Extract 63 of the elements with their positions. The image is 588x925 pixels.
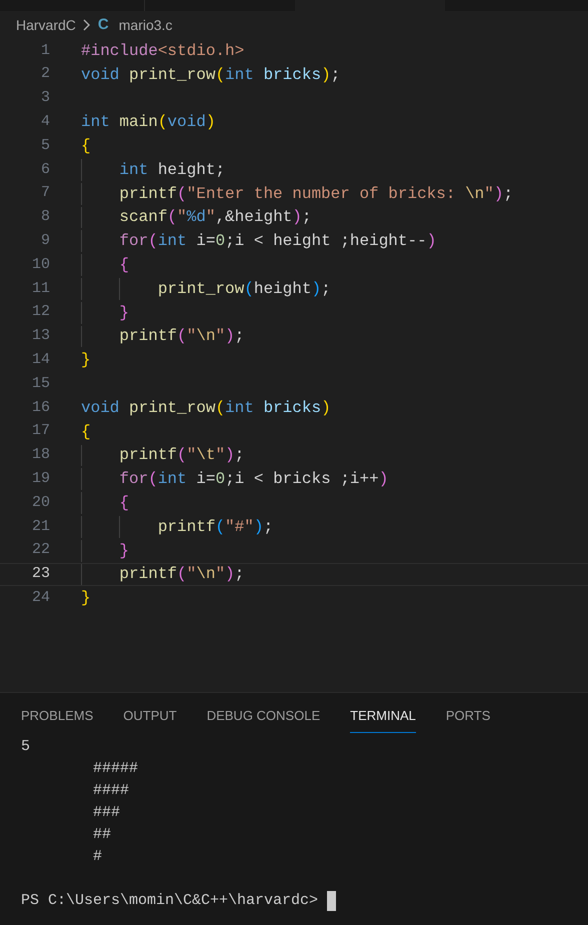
terminal-output: ### [92,803,120,823]
code-line: { [118,493,130,514]
code-line: print_row(height); [156,278,331,300]
code-line: void print_row(int bricks) [81,398,331,419]
terminal-output: # [92,847,102,867]
line-number: 7 [40,183,50,204]
code-line: void print_row(int bricks); [81,64,340,86]
code-line: for(int i=0;i < height ;height--) [118,231,436,252]
line-number: 19 [30,469,50,489]
line-number: 20 [30,492,50,513]
line-number: 14 [30,350,50,370]
code-line: { [81,136,91,158]
line-number: 21 [30,516,50,537]
code-line: { [118,255,130,276]
line-number: 16 [30,398,50,418]
code-line: printf("#"); [156,516,274,538]
code-line: printf("\t"); [118,445,244,466]
line-number: 12 [30,302,50,322]
line-number: 5 [40,136,50,156]
code-line: printf("\n"); [118,564,244,586]
breadcrumb-item[interactable]: mario3.c [118,14,172,36]
panel-tab[interactable]: DEBUG CONSOLE [206,706,320,732]
breadcrumb-item[interactable]: HarvardC [16,14,76,36]
code-line: printf("\n"); [118,326,244,348]
line-number: 22 [30,540,50,560]
line-number: 9 [40,231,50,252]
chevron-right-icon [82,18,92,32]
panel-tab[interactable]: PROBLEMS [21,706,94,732]
line-number: 4 [40,112,50,132]
terminal-output: #### [92,781,130,801]
line-number: 17 [30,421,50,442]
line-number: 10 [30,254,50,275]
line-number: 24 [30,588,50,608]
line-number: 1 [40,40,50,61]
code-line: } [81,350,91,372]
code-line: int main(void) [81,112,216,134]
code-line: } [118,302,130,324]
terminal-prompt: PS C:\Users\momin\C&C++\harvardc> [21,890,318,911]
line-number: 8 [40,207,50,228]
panel-tab[interactable]: TERMINAL [350,706,416,732]
line-number: 11 [30,278,50,299]
code-line: } [118,540,130,562]
terminal-output: 5 [21,737,30,757]
line-number: 6 [40,160,50,180]
terminal-output: ## [92,825,112,845]
terminal-cursor [327,891,336,911]
line-number: 13 [30,326,50,346]
code-line: scanf("%d",&height); [118,207,312,228]
code-line: } [81,588,91,610]
code-line: int height; [118,160,226,181]
line-number: 15 [30,374,50,394]
line-number: 3 [40,88,50,108]
code-line: { [81,422,91,443]
panel-tab[interactable]: PORTS [446,706,490,732]
terminal-output: ##### [92,759,138,779]
code-line: #include<stdio.h> [81,40,244,62]
line-number: 23 [30,564,50,584]
c-file-icon: C [98,14,109,36]
line-number: 18 [30,445,50,466]
code-line: printf("Enter the number of bricks: \n"); [118,184,514,205]
code-line: for(int i=0;i < bricks ;i++) [118,469,388,490]
panel-tab[interactable]: OUTPUT [123,706,177,732]
line-number: 2 [40,64,50,84]
